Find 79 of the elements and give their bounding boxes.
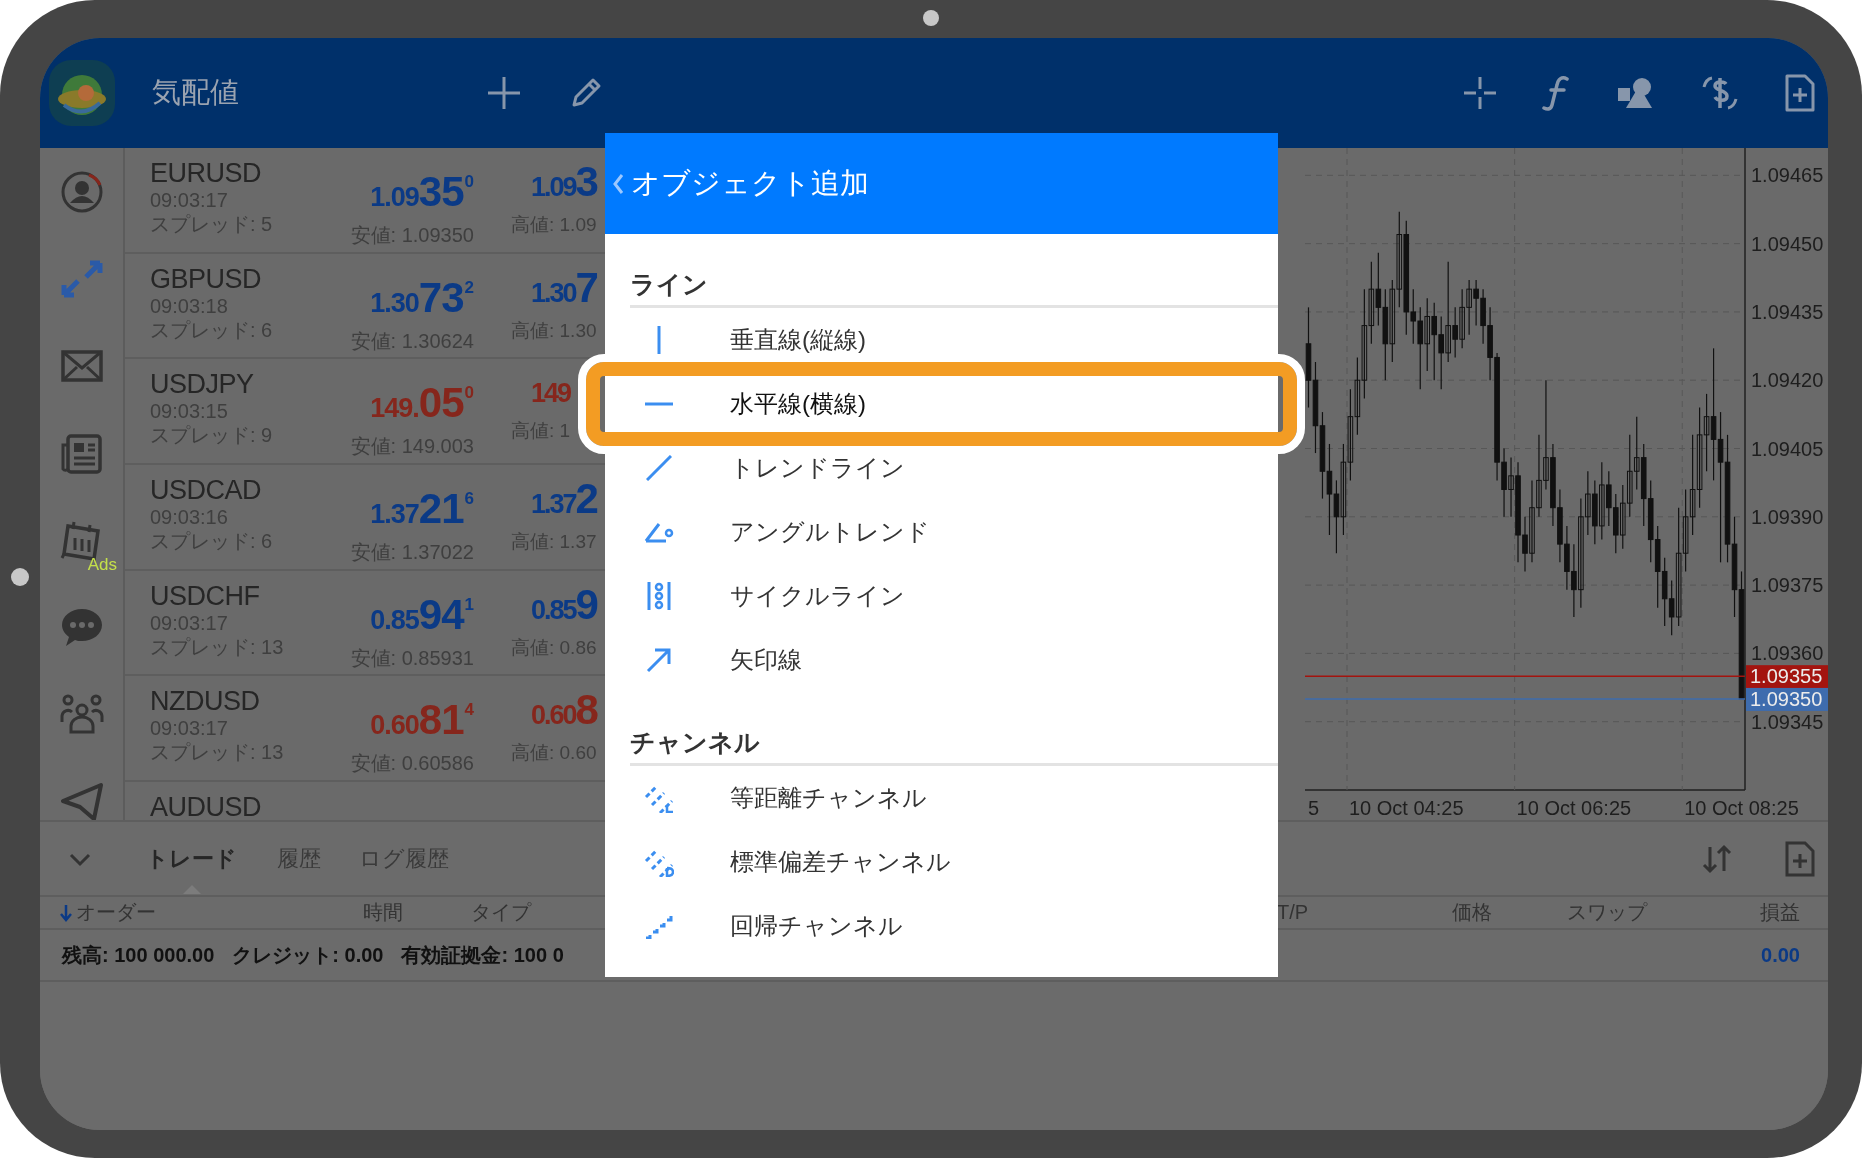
menu-item[interactable]: 垂直線(縦線) — [605, 308, 1278, 372]
menu-item[interactable]: 回帰チャンネル — [605, 894, 1278, 958]
sort-arrow-icon — [60, 903, 72, 922]
menu-item[interactable]: 等距離チャンネル — [605, 766, 1278, 830]
balance-item: クレジット: 0.00 — [232, 943, 384, 968]
column-header[interactable]: タイプ — [471, 901, 531, 923]
arrow-icon — [646, 647, 672, 673]
price-tag: 1.09350 — [1746, 687, 1828, 711]
time-label: 10 Oct 06:25 — [1516, 797, 1632, 819]
column-header[interactable]: オーダー — [76, 897, 156, 928]
menu-item[interactable]: アングルトレンド — [605, 500, 1278, 564]
price-label: 1.09360 — [1751, 642, 1824, 665]
ask-price: 1.307 — [531, 265, 597, 313]
symbol-name: GBPUSD — [150, 263, 263, 294]
bid-price: 0.6081$^{4}$ — [369, 695, 474, 746]
price-label: 1.09390 — [1751, 505, 1824, 528]
price-label: 1.09435 — [1751, 300, 1824, 323]
screen-title: 気配値 — [152, 75, 240, 111]
crosshair-icon[interactable] — [1462, 75, 1498, 111]
balance-item: 有効証拠金: 100 0 — [401, 943, 564, 968]
bid-price: 1.3073$^{2}$ — [369, 272, 474, 323]
bid-price: 1.0935$^{0}$ — [369, 167, 474, 217]
diagonal-line-icon — [646, 455, 672, 481]
panel-tab[interactable]: トレード — [146, 823, 237, 894]
time-label: 10 Oct 08:25 — [1684, 797, 1799, 819]
bid-price: 1.3721$^{6}$ — [369, 484, 474, 535]
column-header[interactable]: スワップ — [1567, 901, 1647, 923]
menu-item[interactable]: 標準偏差チャンネル — [605, 830, 1278, 894]
column-header[interactable]: T/P — [1277, 901, 1309, 923]
angle-icon — [644, 521, 674, 543]
symbol-name: EURUSD — [150, 158, 262, 188]
price-label: 1.09405 — [1751, 437, 1824, 460]
cycle-lines-icon — [646, 581, 672, 611]
sensor-dot — [11, 568, 29, 586]
price-label: 1.09420 — [1751, 369, 1824, 392]
profit-value: 0.00 — [1761, 943, 1800, 968]
column-header[interactable]: 価格 — [1452, 901, 1492, 923]
back-icon[interactable] — [611, 171, 625, 196]
symbol-name: USDJPY — [150, 369, 255, 400]
bid-price: 0.8594$^{1}$ — [369, 589, 474, 640]
nav-item[interactable]: Ads — [40, 496, 123, 583]
time-label: 5 — [1308, 797, 1320, 819]
add-file-icon[interactable] — [1784, 839, 1816, 878]
balance-item: 残高: 100 000.00 — [62, 943, 215, 968]
menu-item[interactable]: 矢印線 — [605, 628, 1278, 692]
price-label: 1.09465 — [1751, 164, 1824, 187]
ask-price: 0.608 — [531, 688, 597, 736]
app-logo — [48, 59, 116, 127]
menu-item[interactable]: 水平線(横線) — [605, 372, 1278, 436]
horizontal-line-icon — [645, 402, 673, 406]
vertical-line-icon — [657, 326, 661, 354]
add-icon[interactable] — [486, 75, 522, 111]
ask-price: 149 — [531, 377, 571, 411]
symbol-name: USDCHF — [150, 580, 261, 611]
symbol-name: AUDUSD — [150, 792, 262, 820]
column-header[interactable]: 損益 — [1760, 901, 1800, 923]
ads-label: Ads — [87, 553, 117, 576]
function-icon[interactable] — [1542, 74, 1572, 112]
add-file-icon[interactable] — [1784, 73, 1816, 113]
section-title: チャンネル — [630, 722, 1278, 766]
symbol-name: USDCAD — [150, 475, 262, 506]
time-label: 10 Oct 04:25 — [1349, 797, 1464, 819]
symbol-name: NZDUSD — [150, 686, 261, 717]
ask-price: 0.859 — [531, 582, 597, 630]
price-label: 1.09345 — [1751, 710, 1824, 733]
section-title: ライン — [630, 264, 1278, 308]
menu-item[interactable]: トレンドライン — [605, 436, 1278, 500]
sort-icon[interactable] — [1700, 842, 1734, 875]
price-label: 1.09375 — [1751, 574, 1824, 597]
menu-item[interactable]: サイクルライン — [605, 564, 1278, 628]
regression-icon — [644, 913, 674, 939]
ask-price: 1.093 — [531, 160, 597, 207]
price-tag: 1.09355 — [1746, 665, 1828, 689]
menu-title: オブジェクト追加 — [631, 165, 869, 201]
price-label: 1.09450 — [1751, 232, 1824, 255]
ask-price: 1.372 — [531, 477, 597, 525]
bid-price: 149.05$^{0}$ — [369, 378, 474, 429]
column-header[interactable]: 時間 — [363, 901, 403, 923]
camera-dot — [923, 10, 939, 26]
